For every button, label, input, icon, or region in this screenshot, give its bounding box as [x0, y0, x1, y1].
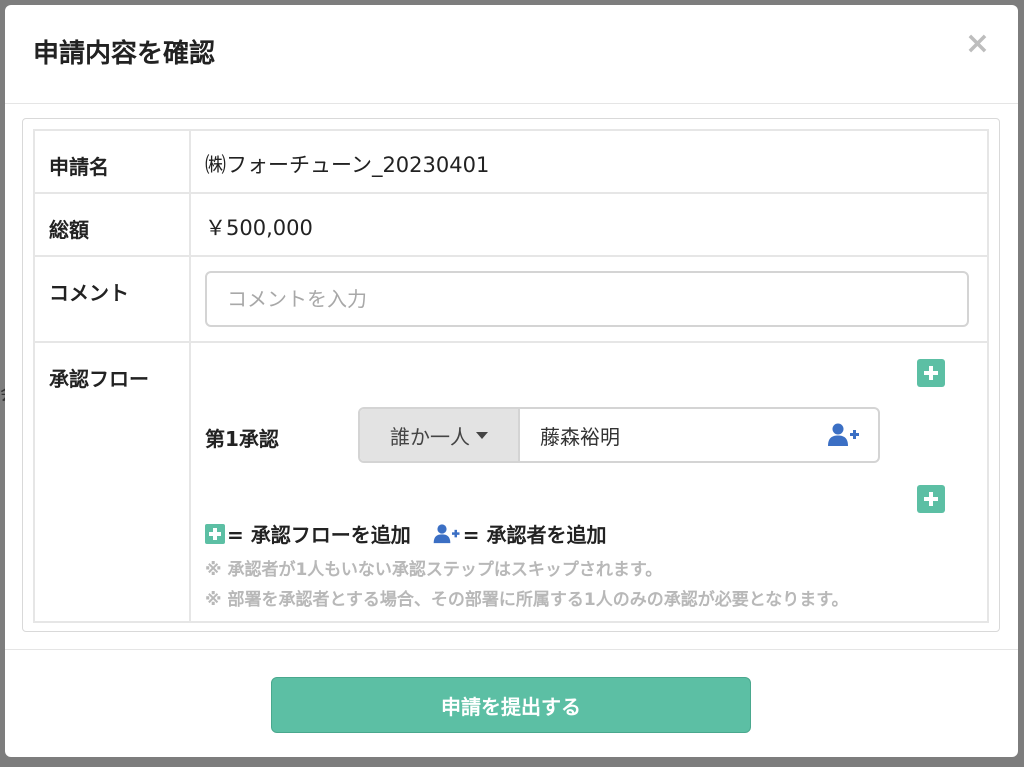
table-row: 総額 ￥500,000 [33, 192, 989, 257]
dialog-footer: 申請を提出する [5, 649, 1018, 758]
close-button[interactable]: × [965, 29, 990, 59]
approver-type-label: 誰か一人 [390, 424, 470, 449]
user-plus-icon [433, 523, 460, 543]
application-name-label: 申請名 [33, 129, 191, 194]
approver-input-group: 誰か一人 藤森裕明 [358, 407, 880, 463]
comment-label: コメント [33, 255, 191, 343]
note-department-approval: ※ 部署を承認者とする場合、その部署に所属する1人のみの承認が必要となります。 [205, 590, 849, 610]
note-skip-steps: ※ 承認者が1人もいない承認ステップはスキップされます。 [205, 560, 663, 580]
approval-flow-cell: 第1承認 誰か一人 藤森裕明 = 承認フローを追加 = 承認者を追加 ※ 承認者… [189, 341, 989, 623]
application-name-value: ㈱フォーチューン_20230401 [189, 129, 989, 194]
submit-application-button[interactable]: 申請を提出する [271, 677, 751, 733]
approver-name: 藤森裕明 [540, 424, 620, 449]
add-flow-step-button-top[interactable] [917, 359, 945, 387]
comment-input[interactable] [205, 271, 969, 327]
plus-icon [205, 523, 225, 544]
approver-type-select[interactable]: 誰か一人 [360, 409, 520, 461]
add-flow-step-button-bottom[interactable] [917, 485, 945, 513]
dialog-header: 申請内容を確認 × [5, 5, 1018, 104]
approval-flow-label: 承認フロー [33, 341, 191, 623]
application-details-table: 申請名 ㈱フォーチューン_20230401 総額 ￥500,000 コメント 承… [33, 129, 989, 623]
table-row: 承認フロー 第1承認 誰か一人 藤森裕明 = 承認フローを追加 = 承認者を追加… [33, 341, 989, 623]
caret-down-icon [476, 431, 488, 439]
total-amount-value: ￥500,000 [189, 192, 989, 257]
total-amount-label: 総額 [33, 192, 191, 257]
table-row: コメント [33, 255, 989, 343]
legend-add-flow: = 承認フローを追加 [227, 523, 411, 547]
legend: = 承認フローを追加 = 承認者を追加 [205, 519, 606, 548]
dialog-body: 申請名 ㈱フォーチューン_20230401 総額 ￥500,000 コメント 承… [22, 118, 1000, 632]
legend-add-approver: = 承認者を追加 [462, 523, 607, 547]
dialog-title: 申請内容を確認 [33, 39, 216, 69]
user-plus-icon[interactable] [828, 423, 860, 447]
confirm-dialog: 申請内容を確認 × 申請名 ㈱フォーチューン_20230401 総額 ￥500,… [5, 5, 1018, 757]
approval-step-label: 第1承認 [205, 427, 279, 451]
table-row: 申請名 ㈱フォーチューン_20230401 [33, 129, 989, 194]
